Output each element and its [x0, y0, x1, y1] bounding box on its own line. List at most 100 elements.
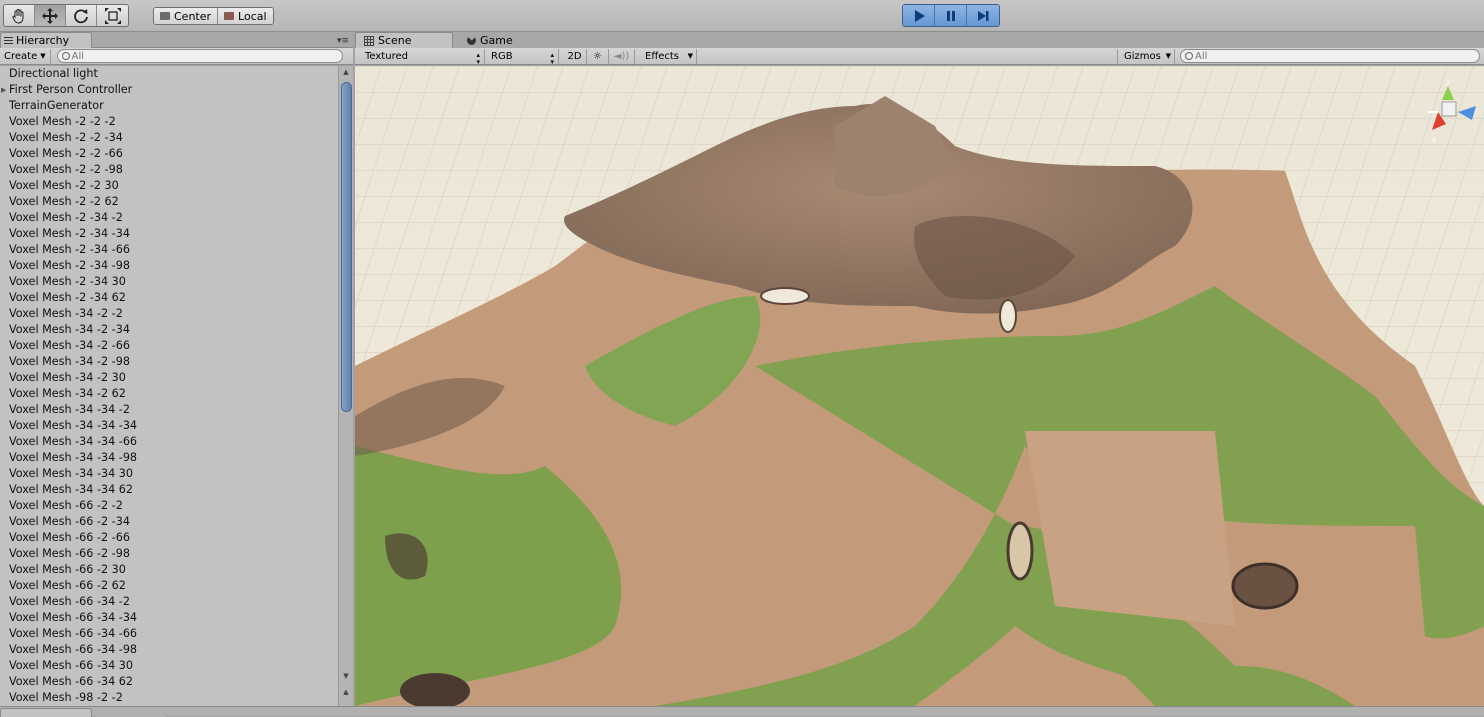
gizmos-dropdown[interactable]: Gizmos ▼: [1117, 49, 1175, 64]
hierarchy-item-label: Voxel Mesh -34 -34 30: [9, 467, 134, 480]
move-tool-button[interactable]: [35, 5, 66, 26]
hierarchy-item-label: Voxel Mesh -2 -34 62: [9, 291, 126, 304]
pivot-center-button[interactable]: Center: [154, 8, 219, 24]
play-button[interactable]: [903, 5, 935, 26]
hierarchy-item-label: Voxel Mesh -34 -34 62: [9, 483, 134, 496]
hierarchy-search-input[interactable]: All: [56, 49, 343, 63]
hierarchy-item-label: Voxel Mesh -34 -2 -98: [9, 355, 130, 368]
hierarchy-item[interactable]: Voxel Mesh -34 -34 -34: [0, 418, 338, 434]
orientation-gizmo[interactable]: y x: [1418, 74, 1480, 164]
hand-tool-button[interactable]: [4, 5, 35, 26]
hierarchy-item[interactable]: Voxel Mesh -66 -34 -34: [0, 610, 338, 626]
gizmo-center[interactable]: [1441, 101, 1457, 117]
scroll-up-icon[interactable]: ▲: [342, 688, 350, 696]
hierarchy-item[interactable]: Voxel Mesh -66 -34 30: [0, 658, 338, 674]
hierarchy-item[interactable]: Voxel Mesh -34 -2 62: [0, 386, 338, 402]
game-icon: [467, 35, 476, 45]
hierarchy-item[interactable]: Voxel Mesh -34 -34 -2: [0, 402, 338, 418]
hierarchy-item[interactable]: Voxel Mesh -66 -34 62: [0, 674, 338, 690]
create-label: Create: [4, 50, 38, 62]
scene-lighting-button[interactable]: ☼: [587, 49, 609, 64]
scene-search-placeholder: All: [1195, 50, 1208, 62]
hierarchy-item[interactable]: Voxel Mesh -34 -34 62: [0, 482, 338, 498]
hierarchy-item-label: Voxel Mesh -66 -34 -98: [9, 643, 138, 656]
gizmo-z-axis[interactable]: [1458, 106, 1476, 120]
hierarchy-item[interactable]: Voxel Mesh -66 -34 -98: [0, 642, 338, 658]
hierarchy-item[interactable]: Voxel Mesh -34 -2 -34: [0, 322, 338, 338]
hierarchy-item-label: Voxel Mesh -2 -34 -98: [9, 259, 130, 272]
grid-icon: [364, 35, 374, 46]
tab-game[interactable]: Game: [459, 32, 529, 48]
hierarchy-item[interactable]: Voxel Mesh -2 -34 -98: [0, 258, 338, 274]
scene-audio-button[interactable]: ◄)): [609, 49, 635, 64]
play-icon: [914, 9, 925, 22]
hierarchy-item[interactable]: Voxel Mesh -2 -34 62: [0, 290, 338, 306]
toggle-2d-button[interactable]: 2D: [563, 49, 587, 64]
expand-arrow-icon[interactable]: ▶: [1, 82, 6, 98]
hierarchy-item-label: Voxel Mesh -66 -34 -34: [9, 611, 138, 624]
hierarchy-scrollbar[interactable]: ▲ ▼ ▲: [338, 66, 353, 706]
hierarchy-item[interactable]: Voxel Mesh -2 -2 -98: [0, 162, 338, 178]
effects-dropdown[interactable]: Effects ▼: [639, 49, 697, 64]
terrain-cave: [1231, 562, 1299, 610]
hierarchy-item-label: Voxel Mesh -2 -2 62: [9, 195, 119, 208]
scroll-down-icon[interactable]: ▼: [342, 672, 350, 680]
chevron-down-icon: ▼: [1165, 52, 1171, 60]
hierarchy-item[interactable]: Voxel Mesh -2 -2 -34: [0, 130, 338, 146]
hierarchy-item[interactable]: Voxel Mesh -66 -2 30: [0, 562, 338, 578]
hierarchy-item[interactable]: Voxel Mesh -66 -2 -2: [0, 498, 338, 514]
hierarchy-item[interactable]: Voxel Mesh -2 -34 30: [0, 274, 338, 290]
hierarchy-item[interactable]: TerrainGenerator: [0, 98, 338, 114]
hierarchy-item[interactable]: Voxel Mesh -66 -2 -66: [0, 530, 338, 546]
scene-toolbar: Textured ▴ ▾ RGB ▴ ▾ 2D ☼ ◄)) Effects ▼ Gi…: [355, 48, 1484, 66]
hierarchy-item[interactable]: Voxel Mesh -2 -34 -34: [0, 226, 338, 242]
hierarchy-item[interactable]: Directional light: [0, 66, 338, 82]
cube-icon: [224, 12, 235, 20]
hierarchy-item[interactable]: Voxel Mesh -66 -34 -66: [0, 626, 338, 642]
hierarchy-item[interactable]: Voxel Mesh -2 -2 30: [0, 178, 338, 194]
hierarchy-item[interactable]: Voxel Mesh -2 -2 -2: [0, 114, 338, 130]
pause-button[interactable]: [935, 5, 967, 26]
hierarchy-item-label: Voxel Mesh -66 -2 62: [9, 579, 126, 592]
hierarchy-item[interactable]: Voxel Mesh -66 -2 -98: [0, 546, 338, 562]
hierarchy-item[interactable]: ▶ First Person Controller: [0, 82, 338, 98]
scroll-up-icon[interactable]: ▲: [342, 68, 350, 76]
hierarchy-item[interactable]: Voxel Mesh -66 -34 -2: [0, 594, 338, 610]
hierarchy-item[interactable]: Voxel Mesh -66 -2 -34: [0, 514, 338, 530]
pivot-local-button[interactable]: Local: [218, 8, 273, 24]
hierarchy-item[interactable]: Voxel Mesh -2 -34 -2: [0, 210, 338, 226]
hierarchy-item-label: Voxel Mesh -2 -34 -2: [9, 211, 123, 224]
hierarchy-item-label: Voxel Mesh -2 -2 -66: [9, 147, 123, 160]
scene-tab-bar: Scene Game: [355, 32, 1484, 48]
hierarchy-item[interactable]: Voxel Mesh -34 -2 30: [0, 370, 338, 386]
step-button[interactable]: [967, 5, 999, 26]
hierarchy-item[interactable]: Voxel Mesh -2 -2 62: [0, 194, 338, 210]
create-button[interactable]: Create ▼: [0, 48, 51, 64]
scene-search-input[interactable]: All: [1180, 49, 1480, 63]
scroll-thumb[interactable]: [341, 82, 352, 412]
hierarchy-item[interactable]: Voxel Mesh -34 -2 -98: [0, 354, 338, 370]
scale-tool-button[interactable]: [97, 5, 128, 26]
hierarchy-item[interactable]: Voxel Mesh -34 -34 -98: [0, 450, 338, 466]
gizmo-y-axis[interactable]: [1442, 86, 1454, 100]
hierarchy-item[interactable]: Voxel Mesh -98 -2 -2: [0, 690, 338, 706]
render-mode-dropdown[interactable]: Textured ▴ ▾: [359, 49, 485, 66]
hierarchy-item[interactable]: Voxel Mesh -34 -34 30: [0, 466, 338, 482]
hierarchy-item[interactable]: Voxel Mesh -2 -34 -66: [0, 242, 338, 258]
hierarchy-item[interactable]: Voxel Mesh -34 -2 -66: [0, 338, 338, 354]
hierarchy-item[interactable]: Voxel Mesh -2 -2 -66: [0, 146, 338, 162]
scene-viewport[interactable]: y x: [355, 66, 1484, 706]
color-mode-dropdown[interactable]: RGB ▴ ▾: [485, 49, 559, 66]
rotate-tool-button[interactable]: [66, 5, 97, 26]
hierarchy-item-label: First Person Controller: [9, 83, 133, 96]
hierarchy-item-label: Voxel Mesh -34 -2 -2: [9, 307, 123, 320]
panel-menu-icon[interactable]: ▾≡: [337, 36, 349, 46]
gizmo-y-label: y: [1446, 76, 1451, 85]
hierarchy-item[interactable]: Voxel Mesh -34 -34 -66: [0, 434, 338, 450]
render-mode-label: Textured: [365, 51, 408, 62]
hierarchy-item-label: Voxel Mesh -2 -34 30: [9, 275, 126, 288]
tab-scene[interactable]: Scene: [355, 32, 453, 48]
hierarchy-item[interactable]: Voxel Mesh -34 -2 -2: [0, 306, 338, 322]
tab-hierarchy[interactable]: Hierarchy: [0, 32, 92, 48]
hierarchy-item[interactable]: Voxel Mesh -66 -2 62: [0, 578, 338, 594]
